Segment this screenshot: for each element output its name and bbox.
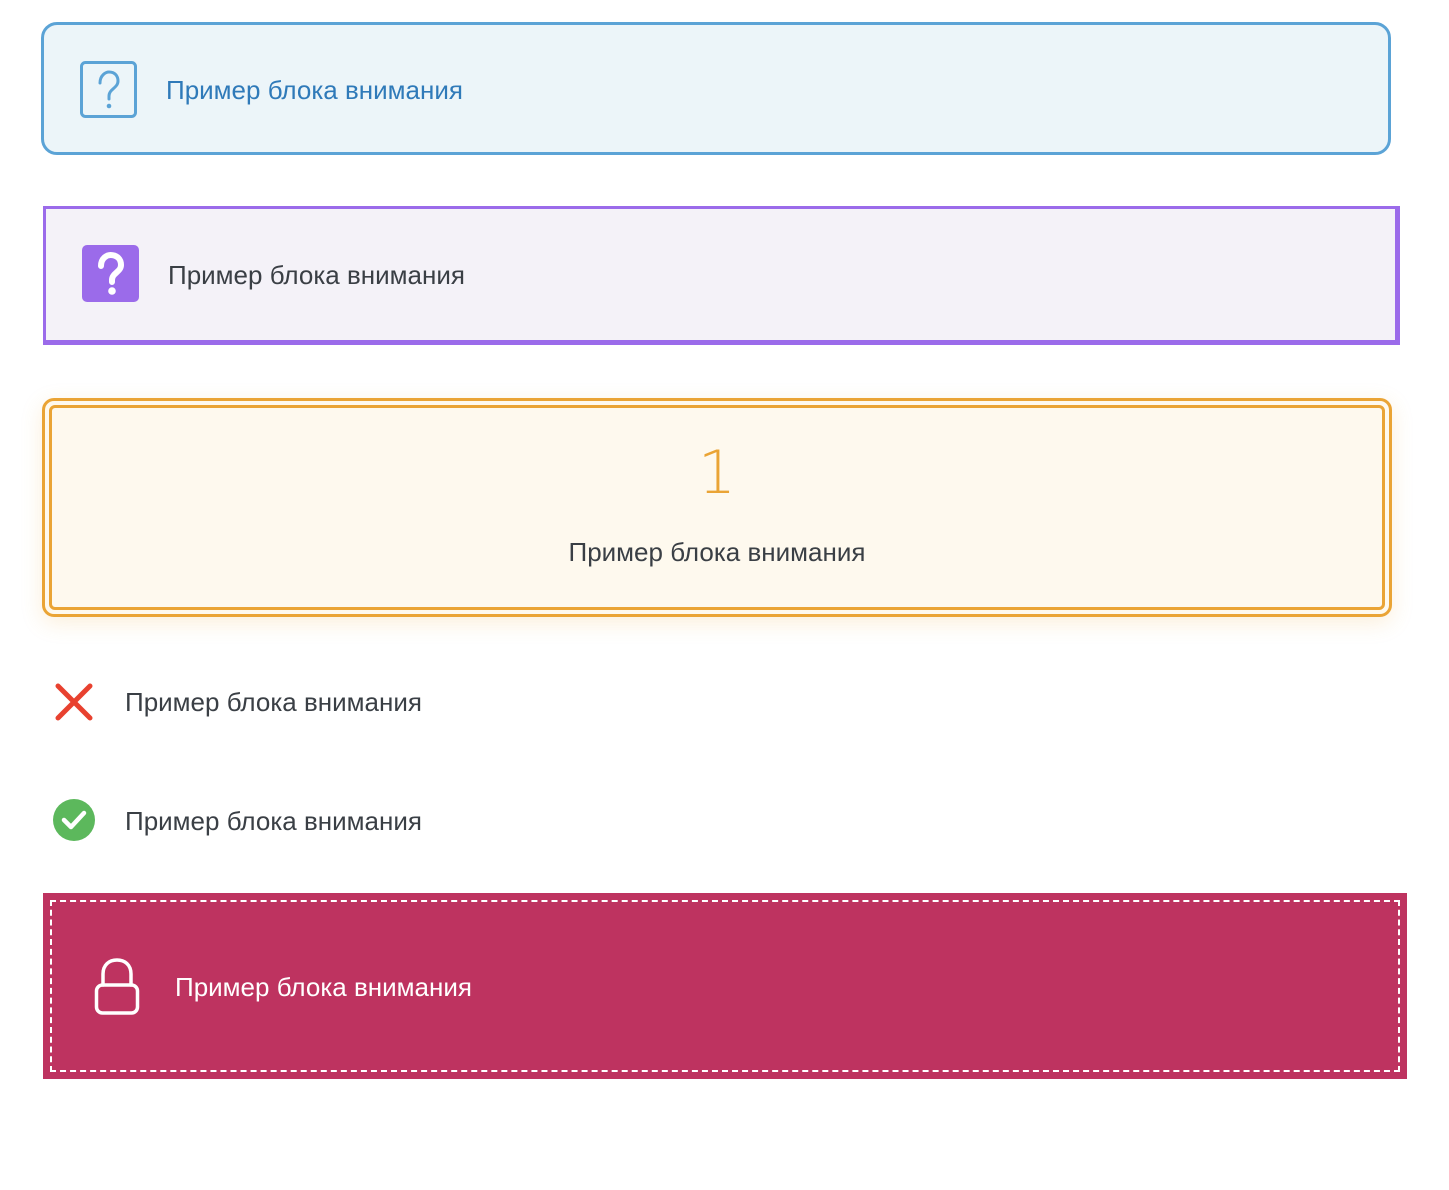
callout-text: Пример блока внимания: [125, 687, 422, 717]
callout-info-purple: Пример блока внимания: [43, 206, 1400, 345]
callout-text: Пример блока внимания: [125, 806, 422, 836]
callout-locked-magenta: Пример блока внимания: [43, 893, 1407, 1079]
callout-success-green: Пример блока внимания: [52, 796, 752, 852]
callout-error-red: Пример блока внимания: [52, 676, 752, 732]
callout-info-blue: Пример блока внимания: [41, 22, 1391, 155]
callout-text: Пример блока внимания: [166, 75, 463, 105]
cross-icon: [55, 683, 93, 721]
callout-text: Пример блока внимания: [568, 537, 866, 567]
check-circle-icon: [53, 799, 95, 841]
question-square-filled-icon: [82, 245, 139, 302]
callout-text: Пример блока внимания: [175, 972, 472, 1002]
callout-numbered-orange: 1 Пример блока внимания: [42, 398, 1392, 617]
lock-icon: [94, 958, 140, 1015]
callout-text: Пример блока внимания: [168, 260, 465, 290]
question-square-outline-icon: [80, 61, 137, 118]
callout-number: 1: [697, 438, 737, 508]
